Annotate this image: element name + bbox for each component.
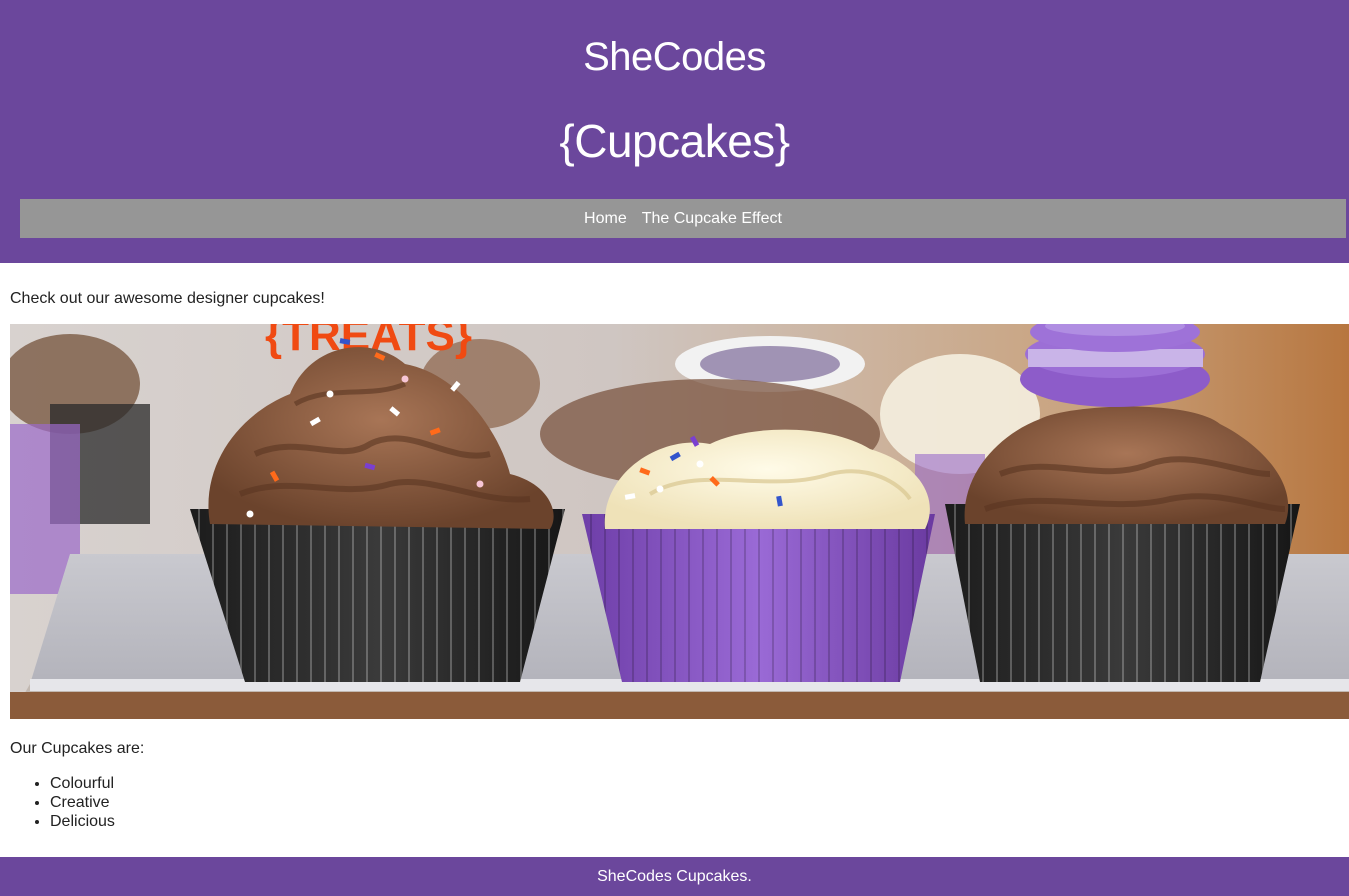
- list-item: Delicious: [50, 812, 1349, 831]
- page-title: {Cupcakes}: [559, 115, 790, 167]
- brand-name: SheCodes: [583, 35, 766, 79]
- site-header: SheCodes {Cupcakes} Home The Cupcake Eff…: [0, 0, 1349, 263]
- cupcakes-photo: {TREATS}: [10, 324, 1349, 719]
- footer-text: SheCodes Cupcakes.: [597, 867, 752, 885]
- features-heading: Our Cupcakes are:: [10, 740, 145, 757]
- list-item: Creative: [50, 793, 1349, 812]
- list-item: Colourful: [50, 774, 1349, 793]
- nav-link-cupcake-effect[interactable]: The Cupcake Effect: [642, 210, 782, 228]
- intro-text: Check out our awesome designer cupcakes!: [10, 290, 325, 307]
- features-list: Colourful Creative Delicious: [10, 774, 1349, 831]
- main-nav: Home The Cupcake Effect: [20, 199, 1346, 238]
- nav-link-home[interactable]: Home: [584, 210, 627, 228]
- main-content: Check out our awesome designer cupcakes!: [0, 263, 1349, 831]
- site-footer: SheCodes Cupcakes.: [0, 857, 1349, 896]
